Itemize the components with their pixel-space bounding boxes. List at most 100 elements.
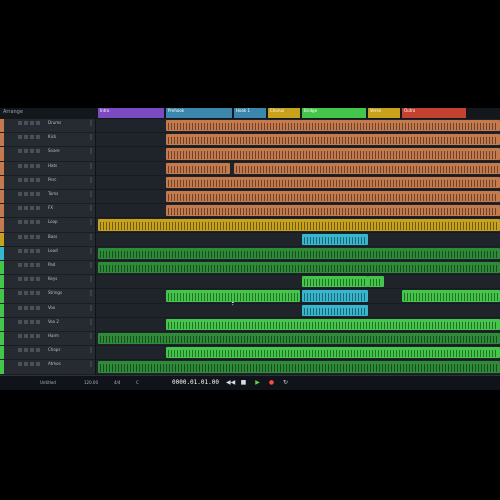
- track-lane[interactable]: [96, 289, 500, 304]
- arm-button[interactable]: [30, 305, 34, 310]
- mute-button[interactable]: [18, 277, 22, 282]
- monitor-button[interactable]: [36, 206, 40, 211]
- monitor-button[interactable]: [36, 220, 40, 225]
- track-buttons[interactable]: [18, 163, 42, 168]
- track-header[interactable]: Pad: [0, 261, 95, 276]
- track-header[interactable]: Bass: [0, 232, 95, 247]
- arm-button[interactable]: [30, 177, 34, 182]
- track-lane[interactable]: [96, 176, 500, 190]
- audio-clip[interactable]: [98, 333, 500, 345]
- monitor-button[interactable]: [36, 305, 40, 310]
- track-buttons[interactable]: [18, 348, 42, 353]
- track-header[interactable]: Loop: [0, 218, 95, 233]
- stop-button[interactable]: ■: [240, 379, 247, 387]
- track-header[interactable]: Harm: [0, 332, 95, 347]
- solo-button[interactable]: [24, 362, 28, 367]
- arm-button[interactable]: [30, 348, 34, 353]
- track-buttons[interactable]: [18, 305, 42, 310]
- track-buttons[interactable]: [18, 319, 42, 324]
- audio-clip[interactable]: [166, 318, 500, 330]
- audio-clip[interactable]: [166, 290, 300, 302]
- mute-button[interactable]: [18, 334, 22, 338]
- arm-button[interactable]: [30, 334, 34, 338]
- solo-button[interactable]: [24, 192, 28, 196]
- monitor-button[interactable]: [36, 334, 40, 338]
- monitor-button[interactable]: [36, 192, 40, 196]
- arm-button[interactable]: [30, 263, 34, 267]
- mute-button[interactable]: [18, 362, 22, 367]
- mute-button[interactable]: [18, 149, 22, 154]
- solo-button[interactable]: [24, 291, 28, 296]
- solo-button[interactable]: [24, 121, 28, 125]
- track-buttons[interactable]: [18, 263, 42, 267]
- track-lane[interactable]: [96, 119, 500, 134]
- track-lane[interactable]: [96, 218, 500, 233]
- mute-button[interactable]: [18, 163, 22, 168]
- section-marker[interactable]: Prehook: [166, 108, 232, 118]
- mute-button[interactable]: [18, 206, 22, 211]
- solo-button[interactable]: [24, 163, 28, 168]
- track-header[interactable]: Drums: [0, 119, 95, 134]
- audio-clip[interactable]: [166, 162, 230, 174]
- audio-clip[interactable]: [166, 191, 500, 203]
- track-header[interactable]: Vox 2: [0, 317, 95, 332]
- track-lane[interactable]: [96, 147, 500, 162]
- track-lane[interactable]: [96, 190, 500, 205]
- track-buttons[interactable]: [18, 220, 42, 225]
- audio-clip[interactable]: [302, 233, 368, 245]
- monitor-button[interactable]: [36, 149, 40, 154]
- arm-button[interactable]: [30, 121, 34, 125]
- track-lane[interactable]: [96, 332, 500, 347]
- arm-button[interactable]: [30, 234, 34, 239]
- monitor-button[interactable]: [36, 263, 40, 267]
- solo-button[interactable]: [24, 149, 28, 154]
- track-lane[interactable]: [96, 360, 500, 375]
- arm-button[interactable]: [30, 277, 34, 282]
- rewind-button[interactable]: ◀◀: [226, 379, 235, 387]
- track-header[interactable]: Perc: [0, 175, 95, 190]
- monitor-button[interactable]: [36, 348, 40, 353]
- time-signature[interactable]: 4/4: [114, 380, 120, 385]
- track-header[interactable]: Strings: [0, 289, 95, 304]
- play-button[interactable]: ▶: [254, 379, 261, 387]
- track-lane[interactable]: [96, 261, 500, 276]
- mute-button[interactable]: [18, 220, 22, 225]
- mute-button[interactable]: [18, 248, 22, 253]
- section-marker[interactable]: Bridge: [302, 108, 366, 118]
- arm-button[interactable]: [30, 362, 34, 367]
- track-buttons[interactable]: [18, 206, 42, 211]
- arm-button[interactable]: [30, 319, 34, 324]
- solo-button[interactable]: [24, 334, 28, 338]
- mute-button[interactable]: [18, 135, 22, 140]
- track-header[interactable]: Toms: [0, 190, 95, 205]
- track-buttons[interactable]: [18, 248, 42, 253]
- track-buttons[interactable]: [18, 177, 42, 182]
- mute-button[interactable]: [18, 121, 22, 125]
- track-lane[interactable]: [96, 318, 500, 332]
- mute-button[interactable]: [18, 192, 22, 196]
- track-header[interactable]: Chops: [0, 346, 95, 361]
- monitor-button[interactable]: [36, 163, 40, 168]
- audio-clip[interactable]: [166, 347, 500, 359]
- solo-button[interactable]: [24, 135, 28, 140]
- arm-button[interactable]: [30, 206, 34, 211]
- track-buttons[interactable]: [18, 192, 42, 196]
- track-lane[interactable]: [96, 204, 500, 219]
- audio-clip[interactable]: [166, 176, 500, 188]
- solo-button[interactable]: [24, 319, 28, 324]
- monitor-button[interactable]: [36, 362, 40, 367]
- audio-clip[interactable]: [166, 120, 500, 132]
- track-header[interactable]: Lead: [0, 246, 95, 261]
- track-header[interactable]: FX: [0, 204, 95, 219]
- monitor-button[interactable]: [36, 121, 40, 125]
- track-lane[interactable]: [96, 133, 500, 148]
- audio-clip[interactable]: [166, 148, 500, 160]
- monitor-button[interactable]: [36, 177, 40, 182]
- mute-button[interactable]: [18, 319, 22, 324]
- monitor-button[interactable]: [36, 319, 40, 324]
- track-buttons[interactable]: [18, 121, 42, 125]
- arm-button[interactable]: [30, 135, 34, 140]
- track-buttons[interactable]: [18, 234, 42, 239]
- section-marker[interactable]: Intro: [98, 108, 164, 118]
- track-header[interactable]: Snare: [0, 147, 95, 162]
